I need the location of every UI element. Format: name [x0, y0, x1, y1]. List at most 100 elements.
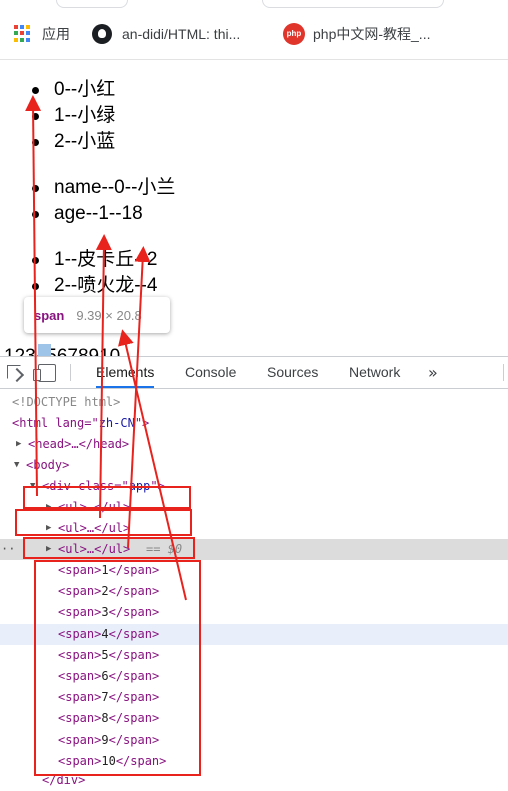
span-close-tag: </span>	[108, 563, 160, 577]
span-text: 5	[101, 647, 109, 662]
list-item: 0--小红	[31, 77, 115, 103]
div-open-suffix: ">	[150, 479, 165, 493]
dom-row-span[interactable]: <span>2</span>	[0, 581, 508, 602]
tab-console[interactable]: Console	[185, 357, 236, 388]
span-close-tag: </span>	[108, 669, 160, 683]
dom-row-ul-3-selected[interactable]: ·· ▶ <ul>…</ul> == $0	[0, 539, 508, 560]
tab-fragment-right	[262, 0, 444, 8]
dom-row-ul-1[interactable]: ▶ <ul>…</ul>	[0, 497, 508, 518]
collapse-triangle-icon[interactable]: ▼	[30, 476, 35, 497]
ul-node: <ul>…</ul>	[58, 500, 131, 514]
span-open-tag: <span>	[58, 732, 102, 747]
list-item: 2--小蓝	[31, 129, 115, 155]
list-item: 2--喷火龙--4	[31, 273, 157, 299]
bookmark-php[interactable]: php php中文网-教程_...	[283, 8, 430, 59]
dom-row-span[interactable]: <span>7</span>	[0, 687, 508, 708]
tab-fragment-left	[56, 0, 128, 8]
dom-row-span[interactable]: <span>9</span>	[0, 730, 508, 751]
apps-grid-icon	[14, 24, 32, 43]
bookmark-apps[interactable]: 应用	[14, 8, 70, 59]
element-highlight	[38, 344, 51, 356]
list-item: 1--小绿	[31, 103, 115, 129]
span-close-tag: </span>	[108, 732, 160, 747]
more-options-icon[interactable]: ··	[1, 539, 15, 560]
span-close-tag: </span>	[108, 690, 160, 705]
span-close-tag: </span>	[108, 626, 160, 641]
span-open-tag: <span>	[58, 626, 102, 641]
dom-row-head[interactable]: ▶ <head>…</head>	[0, 434, 508, 455]
span-open-tag: <span>	[58, 753, 102, 768]
ul-node: <ul>…</ul>	[58, 542, 131, 556]
span-close-tag: </span>	[108, 711, 160, 726]
expand-triangle-icon[interactable]: ▶	[46, 497, 51, 518]
dom-row-span[interactable]: <span>8</span>	[0, 708, 508, 729]
span-text: 2	[101, 584, 109, 599]
tooltip-tag: span	[34, 307, 65, 323]
html-lang-value: zh-CN	[98, 416, 135, 430]
span-open-tag: <span>	[58, 605, 102, 620]
head-node: <head>…</head>	[28, 437, 130, 451]
dom-row-div[interactable]: ▼ <div class="app">	[0, 476, 508, 497]
php-icon: php	[283, 22, 305, 45]
dom-row-span[interactable]: <span>6</span>	[0, 666, 508, 687]
list-item: name--0--小兰	[31, 175, 175, 201]
html-open-suffix: ">	[134, 416, 150, 430]
inspect-element-icon[interactable]	[7, 365, 21, 379]
address-bar-fragment	[0, 0, 508, 8]
selected-marker: == $0	[146, 542, 183, 556]
devtools-toolbar: Elements Console Sources Network »	[0, 357, 508, 389]
bookmark-label: an-didi/HTML: thi...	[122, 25, 241, 42]
span-text: 7	[101, 690, 109, 705]
div-open-prefix: <div class="	[42, 479, 129, 493]
dom-row-ul-2[interactable]: ▶ <ul>…</ul>	[0, 518, 508, 539]
inspect-tooltip: span 9.39 × 20.8	[24, 297, 170, 333]
tab-elements[interactable]: Elements	[96, 357, 155, 388]
dom-row-span[interactable]: <span>4</span>	[0, 623, 508, 645]
body-node: <body>	[26, 458, 70, 472]
dom-row-body[interactable]: ▼ <body>	[0, 455, 508, 476]
expand-triangle-icon[interactable]: ▶	[46, 518, 51, 539]
more-tabs-icon[interactable]: »	[428, 357, 438, 388]
span-text: 10	[101, 753, 116, 768]
div-close-node: </div>	[42, 773, 86, 787]
div-class-value: app	[128, 479, 151, 493]
dom-row-span[interactable]: <span>5</span>	[0, 645, 508, 666]
span-text: 3	[101, 605, 109, 620]
span-text: 9	[101, 732, 109, 747]
expand-triangle-icon[interactable]: ▶	[46, 539, 51, 560]
dom-row-span[interactable]: <span>10</span>	[0, 751, 508, 772]
span-close-tag: </span>	[115, 753, 167, 768]
bookmark-label: php中文网-教程_...	[313, 25, 431, 42]
bookmarks-bar: 应用 an-didi/HTML: thi... php php中文网-教程_..…	[0, 8, 508, 60]
ul-node: <ul>…</ul>	[58, 521, 131, 535]
span-text: 1	[101, 563, 109, 577]
span-open-tag: <span>	[58, 711, 102, 726]
toolbar-divider	[70, 364, 71, 381]
list-item: age--1--18	[32, 201, 143, 227]
devtools-panel: Elements Console Sources Network » <!DOC…	[0, 356, 508, 791]
dom-row-html[interactable]: <html lang="zh-CN">	[0, 413, 508, 434]
span-close-tag: </span>	[108, 605, 160, 620]
tab-sources[interactable]: Sources	[267, 357, 318, 388]
dom-row-doctype[interactable]: <!DOCTYPE html>	[0, 392, 508, 413]
span-open-tag: <span>	[58, 584, 102, 599]
span-text: 4	[101, 626, 109, 641]
span-open-tag: <span>	[58, 563, 102, 577]
dom-row-div-close[interactable]: </div>	[0, 770, 508, 791]
bookmark-label: 应用	[42, 25, 70, 42]
tab-network[interactable]: Network	[349, 357, 400, 388]
span-open-tag: <span>	[58, 647, 102, 662]
device-toolbar-icon[interactable]	[33, 364, 56, 382]
expand-triangle-icon[interactable]: ▶	[16, 434, 21, 455]
list-item: 1--皮卡丘--2	[31, 247, 157, 273]
span-text: 8	[101, 711, 109, 726]
span-close-tag: </span>	[108, 584, 160, 599]
collapse-triangle-icon[interactable]: ▼	[14, 455, 19, 476]
dom-row-span[interactable]: <span>1</span>	[0, 560, 508, 581]
bookmark-github[interactable]: an-didi/HTML: thi...	[92, 8, 240, 59]
toolbar-divider-right	[503, 364, 504, 381]
span-close-tag: </span>	[108, 647, 160, 662]
github-icon	[92, 23, 112, 44]
dom-row-span[interactable]: <span>3</span>	[0, 602, 508, 623]
html-open-prefix: <html lang="	[12, 416, 99, 430]
